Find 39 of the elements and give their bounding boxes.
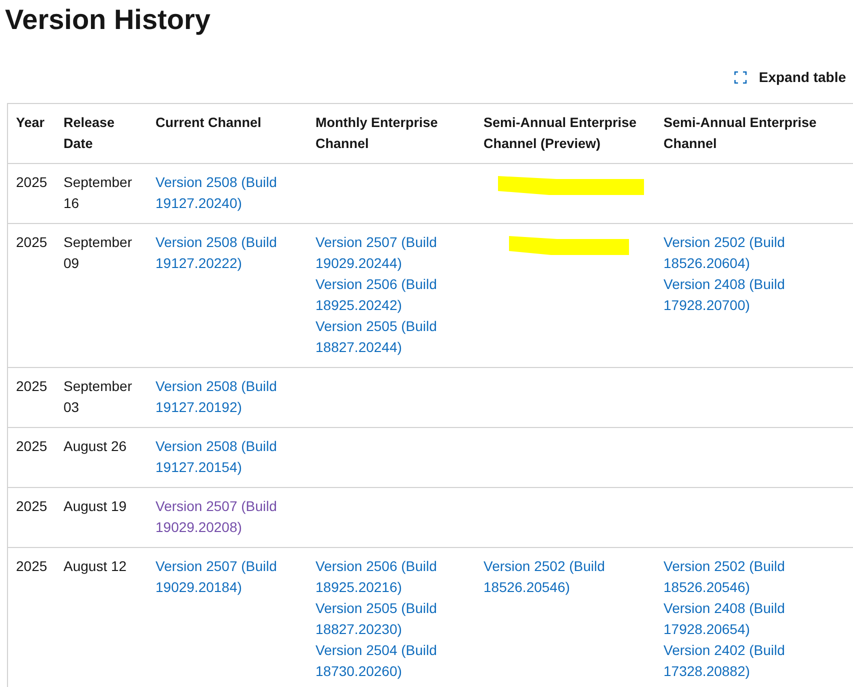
table-cell: 2025 [8,163,56,224]
table-cell: September 16 [56,163,148,224]
table-cell: August 12 [56,547,148,687]
expand-table-button[interactable]: Expand table [734,64,846,90]
version-link[interactable]: Version 2508 (Build 19127.20240) [156,172,300,214]
version-link[interactable]: Version 2402 (Build 17328.20882) [664,640,846,682]
column-header: Semi-Annual Enterprise Channel (Preview) [476,103,656,164]
version-link[interactable]: Version 2502 (Build 18526.20546) [484,556,648,598]
expand-icon [734,70,747,84]
version-link[interactable]: Version 2508 (Build 19127.20154) [156,436,300,478]
version-link[interactable]: Version 2505 (Build 18827.20244) [316,316,468,358]
column-header: Current Channel [148,103,308,164]
table-cell: 2025 [8,427,56,488]
version-link[interactable]: Version 2507 (Build 19029.20244) [316,232,468,274]
version-link[interactable]: Version 2408 (Build 17928.20700) [664,274,846,316]
version-link[interactable]: Version 2508 (Build 19127.20192) [156,376,300,418]
column-header: Monthly Enterprise Channel [308,103,476,164]
version-link[interactable]: Version 2507 (Build 19029.20184) [156,556,300,598]
version-link[interactable]: Version 2505 (Build 18827.20230) [316,598,468,640]
table-cell: September 03 [56,367,148,428]
version-link[interactable]: Version 2502 (Build 18526.20604) [664,232,846,274]
version-link[interactable]: Version 2504 (Build 18730.20260) [316,640,468,682]
table-cell: August 26 [56,427,148,488]
page-title: Version History [4,3,212,37]
table-cell: September 09 [56,223,148,368]
version-link[interactable]: Version 2506 (Build 18925.20242) [316,274,468,316]
table-cell: 2025 [8,223,56,368]
table-cell: 2025 [8,487,56,548]
column-header: Year [8,103,56,164]
table-cell: 2025 [8,547,56,687]
version-link[interactable]: Version 2506 (Build 18925.20216) [316,556,468,598]
version-link[interactable]: Version 2508 (Build 19127.20222) [156,232,300,274]
column-header: Release Date [56,103,148,164]
version-link[interactable]: Version 2502 (Build 18526.20546) [664,556,846,598]
column-header: Semi-Annual Enterprise Channel [656,103,853,164]
table-cell: 2025 [8,367,56,428]
version-link[interactable]: Version 2507 (Build 19029.20208) [156,496,300,538]
table-cell: August 19 [56,487,148,548]
version-link[interactable]: Version 2408 (Build 17928.20654) [664,598,846,640]
